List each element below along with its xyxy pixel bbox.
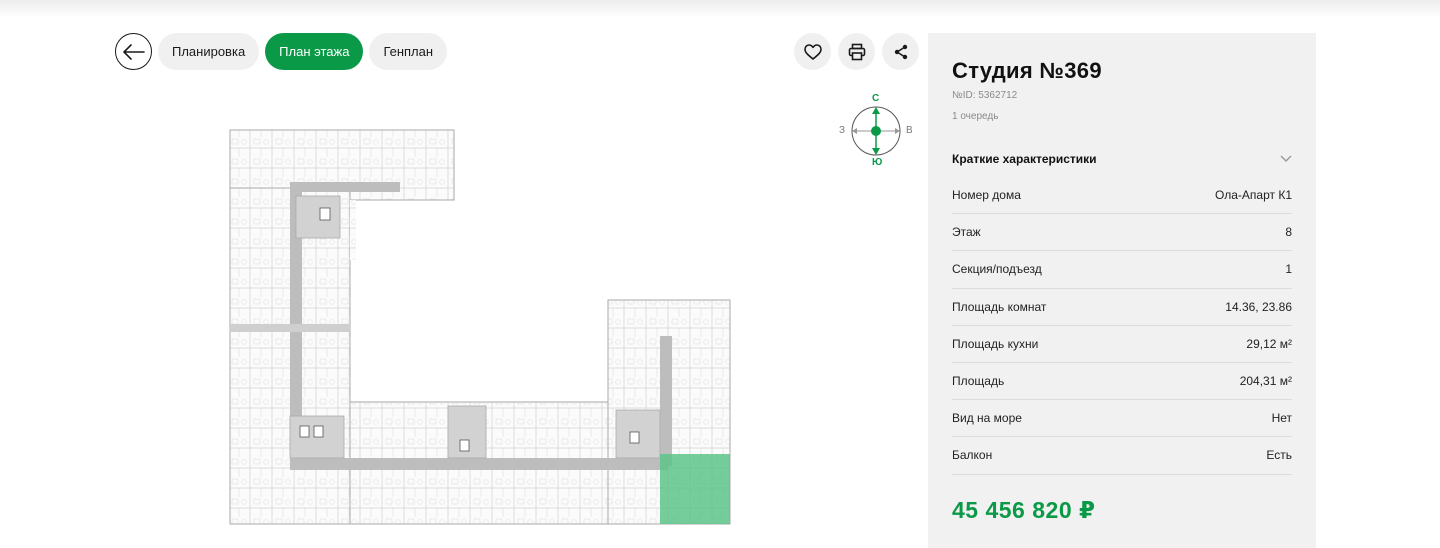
- tab-master-plan[interactable]: Генплан: [369, 33, 448, 70]
- spec-row: Секция/подъезд 1: [952, 251, 1292, 289]
- spec-label: Вид на море: [952, 411, 1022, 426]
- specs-section-toggle[interactable]: Краткие характеристики: [952, 145, 1292, 173]
- spec-label: Номер дома: [952, 188, 1021, 203]
- spec-label: Секция/подъезд: [952, 262, 1042, 277]
- heart-icon: [803, 43, 822, 60]
- specs-section-title: Краткие характеристики: [952, 152, 1097, 166]
- share-button[interactable]: [882, 33, 919, 70]
- tab-layout[interactable]: Планировка: [158, 33, 260, 70]
- arrow-left-icon: [122, 43, 145, 60]
- spec-label: Этаж: [952, 225, 981, 240]
- spec-row: Площадь 204,31 м²: [952, 363, 1292, 401]
- spec-row: Вид на море Нет: [952, 400, 1292, 438]
- view-tabs: Планировка План этажа Генплан: [158, 33, 448, 70]
- share-icon: [894, 44, 907, 59]
- spec-label: Балкон: [952, 448, 993, 463]
- spec-value: Есть: [1266, 448, 1292, 463]
- spec-label: Площадь комнат: [952, 299, 1047, 314]
- unit-queue: 1 очередь: [952, 111, 999, 122]
- floor-plan-drawing: [229, 129, 731, 525]
- printer-icon: [848, 43, 865, 60]
- toolbar: [794, 33, 919, 70]
- spec-value: 8: [1285, 225, 1292, 240]
- spec-value: 1: [1285, 262, 1292, 277]
- unit-price: 45 456 820 ₽: [952, 497, 1096, 523]
- spec-value: Ола-Апарт К1: [1215, 188, 1292, 203]
- spec-row: Этаж 8: [952, 214, 1292, 252]
- compass-rose-icon: [851, 106, 901, 156]
- spec-label: Площадь кухни: [952, 336, 1039, 351]
- spec-value: 29,12 м²: [1246, 336, 1292, 351]
- spec-row: Балкон Есть: [952, 437, 1292, 475]
- unit-id: №ID: 5362712: [952, 90, 1018, 101]
- floor-plan[interactable]: [228, 128, 732, 526]
- compass: С Ю З В: [836, 92, 916, 172]
- spec-row: Номер дома Ола-Апарт К1: [952, 177, 1292, 215]
- specs-list: Номер дома Ола-Апарт К1 Этаж 8 Секция/по…: [952, 177, 1292, 475]
- header-shadow: [0, 0, 1440, 18]
- print-button[interactable]: [838, 33, 875, 70]
- spec-value: 14.36, 23.86: [1225, 299, 1292, 314]
- spec-value: Нет: [1271, 411, 1292, 426]
- spec-label: Площадь: [952, 374, 1005, 389]
- spec-row: Площадь комнат 14.36, 23.86: [952, 289, 1292, 326]
- unit-info-panel: Студия №369 №ID: 5362712 1 очередь Кратк…: [928, 33, 1316, 548]
- spec-value: 204,31 м²: [1239, 374, 1292, 389]
- back-button[interactable]: [115, 33, 152, 70]
- unit-title: Студия №369: [952, 58, 1102, 83]
- spec-row: Площадь кухни 29,12 м²: [952, 326, 1292, 363]
- chevron-down-icon: [1280, 155, 1292, 162]
- tab-floor-plan[interactable]: План этажа: [265, 33, 364, 70]
- favorite-button[interactable]: [794, 33, 831, 70]
